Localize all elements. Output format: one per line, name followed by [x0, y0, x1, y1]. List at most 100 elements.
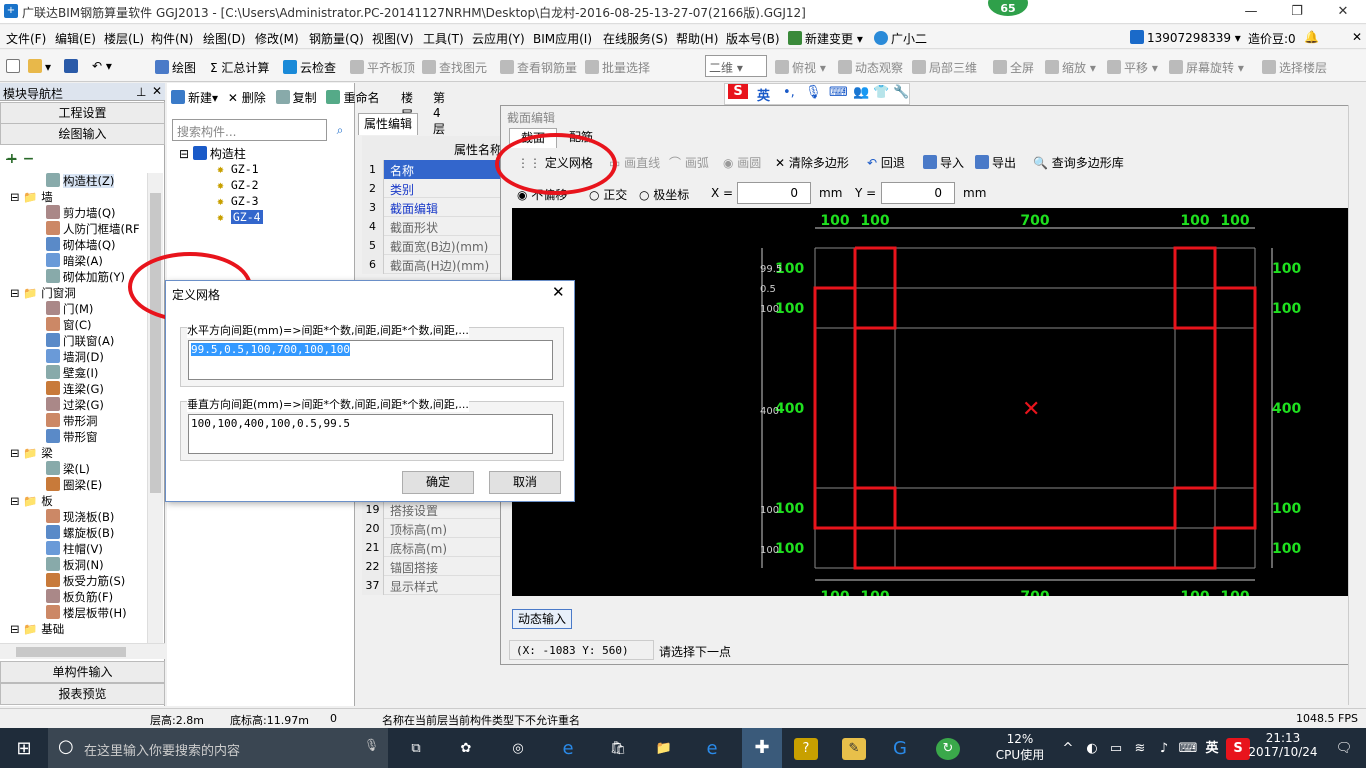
- edge-icon[interactable]: e: [556, 738, 580, 760]
- tree-item[interactable]: 砌体墙(Q): [46, 237, 116, 253]
- wrench-icon[interactable]: 🔧: [893, 85, 909, 100]
- ime-mode-label[interactable]: 英: [757, 85, 770, 104]
- menu-version[interactable]: 版本号(B): [726, 30, 780, 47]
- search-icon[interactable]: ⌕: [330, 119, 350, 141]
- tree-item[interactable]: 带形洞: [46, 413, 98, 429]
- main-vscrollbar[interactable]: [1348, 105, 1366, 705]
- toolbar-align-slab[interactable]: 平齐板顶: [350, 59, 415, 76]
- notifications-icon[interactable]: 🗨: [1332, 738, 1356, 760]
- undo-icon[interactable]: ↶ ▾: [92, 59, 112, 73]
- green-app-icon[interactable]: ↻: [936, 738, 960, 760]
- tree-group[interactable]: ⊟ 📁 梁: [10, 445, 53, 461]
- view-mode-select[interactable]: 二维 ▾: [705, 55, 767, 77]
- toolbar-select-floor[interactable]: 选择楼层: [1262, 59, 1327, 76]
- menu-view[interactable]: 视图(V): [372, 30, 414, 47]
- keyboard-tray-icon[interactable]: ⌨: [1176, 738, 1200, 760]
- component-item[interactable]: ✸ GZ-3: [217, 194, 259, 208]
- toolbar-zoom[interactable]: 缩放 ▾: [1045, 59, 1096, 76]
- rename-component-button[interactable]: 重命名: [326, 90, 379, 105]
- browser-app-icon[interactable]: ◎: [506, 738, 530, 760]
- expand-all-icon[interactable]: +̶ −: [6, 151, 34, 167]
- tree-item[interactable]: 板洞(N): [46, 557, 104, 573]
- menu-file[interactable]: 文件(F): [6, 30, 46, 47]
- glodon-g-icon[interactable]: G: [888, 738, 912, 760]
- menu-close-icon[interactable]: ✕: [1352, 30, 1362, 44]
- menu-assistant[interactable]: 广小二: [874, 30, 927, 47]
- toolbar-summary[interactable]: Σ 汇总计算: [210, 59, 269, 76]
- toolbar-batch-select[interactable]: 批量选择: [585, 59, 650, 76]
- battery-icon[interactable]: ▭: [1104, 738, 1128, 760]
- component-search-input[interactable]: 搜索构件...: [172, 119, 327, 141]
- orthogonal-radio[interactable]: ○ 正交: [589, 186, 627, 203]
- save-icon[interactable]: [64, 59, 81, 74]
- punctuation-icon[interactable]: •,: [783, 85, 795, 100]
- tree-item-selected[interactable]: 构造柱(Z): [46, 173, 115, 189]
- account-phone[interactable]: 13907298339 ▾: [1130, 30, 1241, 45]
- tree-item[interactable]: 圈梁(E): [46, 477, 102, 493]
- tree-item[interactable]: 板负筋(F): [46, 589, 113, 605]
- dialog-close-icon[interactable]: ✕: [552, 283, 565, 301]
- taskbar-search[interactable]: ○ 在这里输入你要搜索的内容 🎙: [48, 728, 388, 768]
- new-component-button[interactable]: 新建▾: [171, 90, 218, 105]
- property-row[interactable]: 19 搭接设置: [362, 500, 502, 519]
- draw-circle-button[interactable]: ◉ 画圆: [723, 154, 761, 171]
- menu-draw[interactable]: 绘图(D): [203, 30, 246, 47]
- project-settings-button[interactable]: 工程设置: [0, 102, 165, 124]
- pin-icon[interactable]: ⊥: [136, 85, 146, 99]
- cancel-button[interactable]: 取消: [489, 471, 561, 494]
- menu-tools[interactable]: 工具(T): [423, 30, 464, 47]
- menu-new-change[interactable]: 新建变更 ▾: [788, 30, 863, 47]
- toolbar-pan[interactable]: 平移 ▾: [1107, 59, 1158, 76]
- tray-expand-icon[interactable]: ^: [1056, 738, 1080, 760]
- dynamic-input-button[interactable]: 动态输入: [512, 609, 572, 629]
- component-item[interactable]: ✸ GZ-1: [217, 162, 259, 176]
- menu-modify[interactable]: 修改(M): [255, 30, 299, 47]
- delete-component-button[interactable]: ✕ 删除: [228, 91, 266, 105]
- tree-item[interactable]: 门(M): [46, 301, 93, 317]
- tree-item[interactable]: 现浇板(B): [46, 509, 114, 525]
- menu-component[interactable]: 构件(N): [151, 30, 193, 47]
- mic-icon[interactable]: 🎙: [805, 85, 822, 100]
- bell-icon[interactable]: 🔔: [1304, 30, 1319, 44]
- tray-icon[interactable]: ◐: [1080, 738, 1104, 760]
- shirt-icon[interactable]: 👕: [873, 85, 889, 100]
- notepad-icon[interactable]: ✎: [842, 738, 866, 760]
- tree-item[interactable]: 壁龛(I): [46, 365, 98, 381]
- tree-item[interactable]: 砌体加筋(Y): [46, 269, 125, 285]
- vertical-spacing-input[interactable]: 100,100,400,100,0.5,99.5: [188, 414, 553, 454]
- property-row[interactable]: 5 截面宽(B边)(mm): [362, 236, 502, 255]
- tree-scrollbar[interactable]: [147, 173, 163, 643]
- panel-close-icon[interactable]: ✕: [152, 84, 162, 98]
- minimize-icon[interactable]: —: [1228, 0, 1274, 24]
- mic-icon[interactable]: 🎙: [364, 738, 379, 752]
- tree-item[interactable]: 带形窗: [46, 429, 98, 445]
- toolbar-orbit[interactable]: 动态观察: [838, 59, 903, 76]
- clear-polygon-button[interactable]: ✕ 清除多边形: [775, 154, 849, 171]
- tree-item[interactable]: 人防门框墙(RF: [46, 221, 140, 237]
- tree-group[interactable]: ⊟ 📁 板: [10, 493, 53, 509]
- ie-icon[interactable]: e: [700, 738, 724, 760]
- tree-item[interactable]: 螺旋板(B): [46, 525, 114, 541]
- y-input[interactable]: 0: [881, 182, 955, 204]
- x-input[interactable]: 0: [737, 182, 811, 204]
- tree-item[interactable]: 柱帽(V): [46, 541, 103, 557]
- tree-item[interactable]: 窗(C): [46, 317, 92, 333]
- tree-item[interactable]: 暗梁(A): [46, 253, 103, 269]
- restore-icon[interactable]: ❐: [1274, 0, 1320, 24]
- toolbar-fullscreen[interactable]: 全屏: [993, 59, 1034, 76]
- tree-item[interactable]: 过梁(G): [46, 397, 104, 413]
- tree-item[interactable]: 剪力墙(Q): [46, 205, 116, 221]
- property-row[interactable]: 1 名称: [362, 160, 502, 179]
- section-canvas[interactable]: ✕100100700100100100100700100100100100400…: [512, 208, 1366, 596]
- explorer-icon[interactable]: 📁: [652, 738, 676, 760]
- polar-radio[interactable]: ○ 极坐标: [639, 186, 689, 203]
- floor-select[interactable]: 第4层: [433, 89, 445, 137]
- export-button[interactable]: 导出: [975, 154, 1016, 171]
- tree-item[interactable]: 梁(L): [46, 461, 90, 477]
- glodon-app-icon[interactable]: ✚: [742, 728, 782, 768]
- menu-edit[interactable]: 编辑(E): [55, 30, 96, 47]
- store-icon[interactable]: 🛍: [606, 738, 630, 760]
- component-item[interactable]: ✸ GZ-2: [217, 178, 259, 192]
- toolbar-view-rebar[interactable]: 查看钢筋量: [500, 59, 577, 76]
- property-row[interactable]: 21 底标高(m): [362, 538, 502, 557]
